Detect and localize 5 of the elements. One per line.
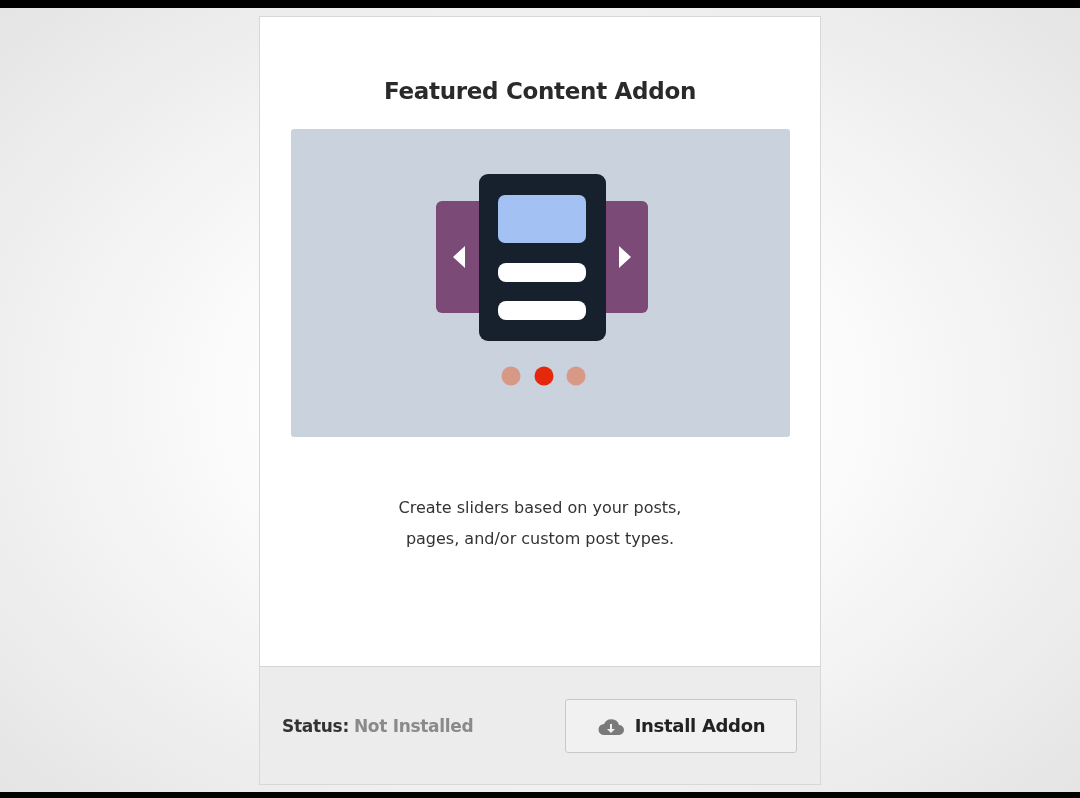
status-value: Not Installed (353, 715, 474, 736)
card-title: Featured Content Addon (384, 77, 696, 105)
install-addon-button[interactable]: Install Addon (565, 698, 797, 753)
addon-description: Create sliders based on your posts, pages, and/or custom post types. (397, 497, 683, 550)
status-label: Status: (282, 715, 349, 736)
